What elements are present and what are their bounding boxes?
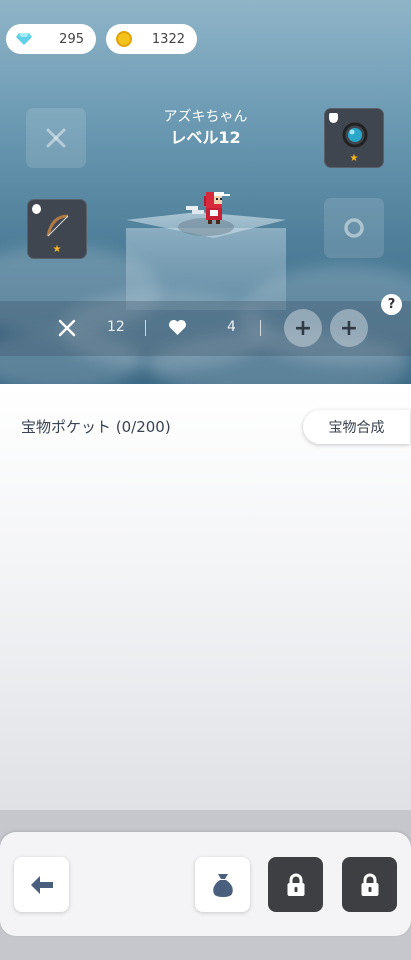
amulet-slot[interactable]: ★ xyxy=(324,108,384,168)
treasure-pocket-title: 宝物ポケット (0/200) xyxy=(21,418,171,436)
pedestal-block xyxy=(126,228,286,310)
locked-slot-button[interactable] xyxy=(342,857,397,912)
skull-badge-icon xyxy=(32,204,41,214)
health-value: 4 xyxy=(227,319,236,335)
lock-icon xyxy=(361,873,378,896)
crossed-swords-icon xyxy=(58,319,76,337)
locked-slot-button[interactable] xyxy=(268,857,323,912)
coin-icon xyxy=(116,31,132,47)
diamond-icon xyxy=(16,33,32,45)
shield-badge-icon xyxy=(329,113,338,123)
treasure-panel xyxy=(0,384,411,810)
ring-slot-empty[interactable] xyxy=(324,198,384,258)
treasure-synthesis-button[interactable]: 宝物合成 xyxy=(303,410,410,444)
red-hood-character-sprite xyxy=(186,192,230,224)
ring-icon xyxy=(344,218,364,238)
crossed-swords-icon xyxy=(46,128,66,148)
bow-icon xyxy=(46,214,69,237)
treasure-bag-button[interactable] xyxy=(195,857,250,912)
weapon-slot-empty[interactable] xyxy=(26,108,86,168)
bow-slot[interactable]: ★ xyxy=(27,199,87,259)
star-rating: ★ xyxy=(349,153,359,164)
add-stat-button[interactable]: + xyxy=(284,309,322,347)
treasure-bag-icon xyxy=(212,873,233,897)
coin-counter[interactable]: 1322 xyxy=(106,24,197,54)
coin-count: 1322 xyxy=(151,31,185,47)
star-rating: ★ xyxy=(52,244,62,255)
back-button[interactable] xyxy=(14,857,69,912)
attack-value: 12 xyxy=(107,319,125,335)
lock-icon xyxy=(287,873,304,896)
heart-icon xyxy=(169,319,186,336)
stat-divider xyxy=(260,320,261,336)
blue-gem-amulet-icon xyxy=(342,122,368,148)
stat-divider xyxy=(145,320,146,336)
help-button[interactable]: ? xyxy=(381,294,402,315)
add-stat-button[interactable]: + xyxy=(330,309,368,347)
gem-count: 295 xyxy=(59,31,84,47)
back-arrow-icon xyxy=(30,875,53,894)
gem-counter[interactable]: 295 xyxy=(6,24,96,54)
